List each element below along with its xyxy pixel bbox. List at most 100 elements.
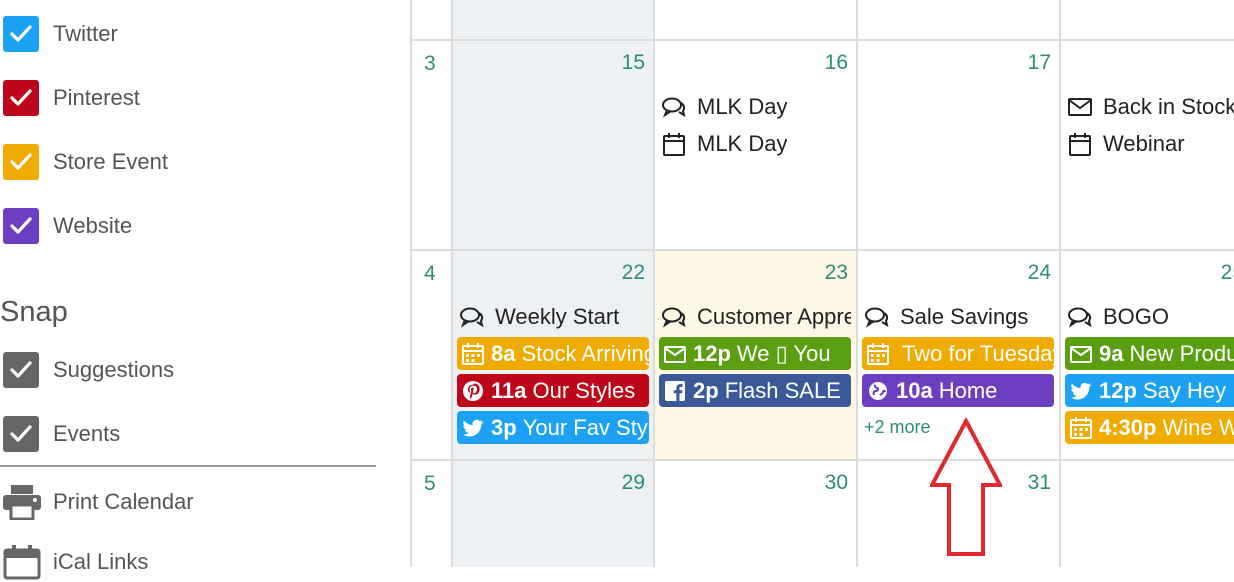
checkbox-checked-icon[interactable] (3, 352, 39, 388)
day-number[interactable]: 22 (622, 261, 645, 285)
suggestion-label: Weekly Start (495, 304, 620, 329)
calendar-icon (462, 342, 484, 365)
calendar-grid: 3 4 5 15 16 MLK Day MLK Day 17 Back in S… (410, 0, 1234, 567)
sidebar-divider (0, 465, 376, 467)
snap-label: Suggestions (53, 357, 175, 382)
event-title: Say Hey (1142, 377, 1227, 403)
pinterest-icon (463, 380, 483, 401)
checkbox-checked-icon[interactable] (3, 16, 39, 52)
event-time: 4:30p (1099, 414, 1157, 440)
day-cell[interactable]: 16 MLK Day MLK Day (655, 41, 856, 249)
twitter-icon (463, 419, 484, 436)
grid-line (410, 0, 412, 567)
checkbox-checked-icon[interactable] (3, 144, 39, 180)
day-cell[interactable]: 15 (453, 41, 653, 249)
suggestion-item[interactable]: BOGO (1067, 300, 1169, 334)
event-time: 9a (1099, 340, 1124, 366)
checkbox-checked-icon[interactable] (3, 416, 39, 452)
suggestion-label: Customer Appreciation (697, 304, 851, 329)
annotation-arrow-icon (930, 418, 1002, 556)
week-number[interactable]: 5 (424, 472, 436, 496)
event-chip[interactable]: Two for Tuesday (862, 337, 1054, 370)
event-chip[interactable]: 12p We ▯ You (659, 337, 851, 370)
event-title: We ▯ You (736, 340, 831, 366)
calendar-icon (3, 545, 41, 580)
ical-links-link[interactable]: iCal Links (2, 542, 148, 582)
day-cell-today[interactable]: 23 Customer Appreciation 12p We ▯ You 2p (655, 251, 856, 459)
print-calendar-label: Print Calendar (53, 489, 194, 514)
day-number[interactable]: 23 (825, 261, 848, 285)
day-number[interactable]: 16 (825, 51, 848, 75)
day-cell[interactable]: 25 BOGO 9a New Products 12p Say Hey (1061, 251, 1234, 459)
ical-links-label: iCal Links (53, 549, 149, 574)
event-title: Stock Arriving (521, 340, 649, 366)
event-chip[interactable]: 8a Stock Arriving (457, 337, 649, 370)
envelope-icon (1070, 345, 1092, 363)
print-calendar-link[interactable]: Print Calendar (2, 482, 194, 522)
day-number[interactable]: 15 (622, 51, 645, 75)
event-time: 12p (693, 340, 731, 366)
printer-icon (3, 485, 41, 520)
snap-suggestions[interactable]: Suggestions (3, 350, 174, 390)
category-twitter[interactable]: Twitter (3, 14, 118, 54)
event-chip[interactable]: 4:30p Wine Wednesday (1065, 411, 1234, 444)
day-number[interactable]: 30 (825, 471, 848, 495)
day-number[interactable]: 25 (1221, 261, 1234, 285)
category-store-event[interactable]: Store Event (3, 142, 168, 182)
day-cell[interactable]: 30 (655, 461, 856, 567)
day-number[interactable]: 24 (1028, 261, 1051, 285)
week-number[interactable]: 3 (424, 52, 436, 76)
category-website[interactable]: Website (3, 206, 132, 246)
event-chip[interactable]: 10a Home (862, 374, 1054, 407)
snap-label: Events (53, 421, 121, 446)
day-cell[interactable]: 17 (858, 41, 1059, 249)
day-number[interactable]: 31 (1028, 471, 1051, 495)
comment-icon (662, 307, 686, 328)
calendar-icon (1070, 416, 1092, 439)
calendar-icon (1069, 133, 1091, 156)
event-title: Wine Wednesday (1162, 414, 1234, 440)
category-pinterest[interactable]: Pinterest (3, 78, 140, 118)
event-label: Webinar (1103, 131, 1185, 156)
globe-icon (869, 381, 887, 400)
envelope-icon (1068, 98, 1092, 116)
day-cell[interactable]: 29 (453, 461, 653, 567)
comment-icon (662, 97, 686, 118)
event-title: Your Fav Styles (522, 414, 649, 440)
suggestion-label: BOGO (1103, 304, 1170, 329)
suggestion-item[interactable]: Customer Appreciation (661, 300, 851, 334)
event-chip[interactable]: 2p Flash SALE (659, 374, 851, 407)
event-chip[interactable]: 9a New Products (1065, 337, 1234, 370)
event-time: 2p (693, 377, 719, 403)
checkbox-checked-icon[interactable] (3, 208, 39, 244)
event-time: 8a (491, 340, 516, 366)
day-cell[interactable]: 22 Weekly Start 8a Stock Arriving 11a Ou… (453, 251, 653, 459)
day-number[interactable]: 17 (1028, 51, 1051, 75)
day-cell[interactable]: Back in Stock Webinar (1061, 41, 1234, 249)
day-number[interactable]: 29 (622, 471, 645, 495)
event-title: Flash SALE (724, 377, 841, 403)
suggestion-item[interactable]: Weekly Start (459, 300, 619, 334)
twitter-icon (1071, 382, 1092, 399)
event-chip[interactable]: 3p Your Fav Styles (457, 411, 649, 444)
event-chip[interactable]: 12p Say Hey (1065, 374, 1234, 407)
suggestion-label: MLK Day (697, 94, 788, 119)
event-title: New Products (1129, 340, 1234, 366)
snap-events[interactable]: Events (3, 414, 120, 454)
facebook-icon (665, 380, 685, 401)
calendar-icon (867, 342, 889, 365)
category-label: Pinterest (53, 85, 140, 110)
event-item[interactable]: Back in Stock (1067, 90, 1234, 124)
event-chip[interactable]: 11a Our Styles (457, 374, 649, 407)
comment-icon (1068, 307, 1092, 328)
event-item[interactable]: Webinar (1067, 127, 1185, 161)
more-events-link[interactable]: +2 more (864, 417, 931, 438)
event-item[interactable]: MLK Day (661, 127, 787, 161)
event-time: 3p (491, 414, 517, 440)
event-time: 10a (896, 377, 933, 403)
checkbox-checked-icon[interactable] (3, 80, 39, 116)
suggestion-item[interactable]: Sale Savings (864, 300, 1054, 334)
category-label: Twitter (53, 21, 118, 46)
week-number[interactable]: 4 (424, 262, 436, 286)
suggestion-item[interactable]: MLK Day (661, 90, 787, 124)
